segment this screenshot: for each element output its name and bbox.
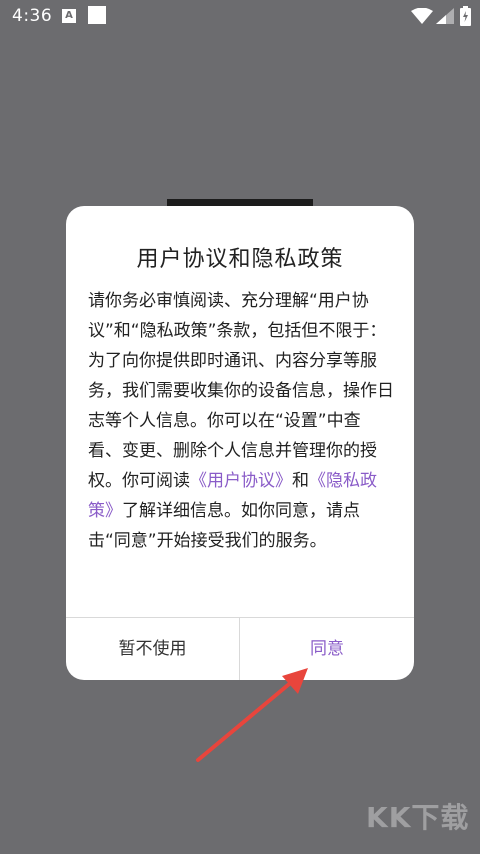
and-text: 和 [292,471,309,491]
user-agreement-link[interactable]: 《用户协议》 [190,471,292,491]
dialog-title: 用户协议和隐私政策 [136,247,344,272]
body-text-part2: 了解详细信息。如你同意，请点击“同意”开始接受我们的服务。 [88,501,360,551]
pointer-arrow-icon [196,668,308,762]
watermark-logo: KK下载 [366,801,470,834]
notification-square-icon [88,6,106,24]
body-text-part1: 请你务必审慎阅读、充分理解“用户协议”和“隐私政策”条款，包括但不限于：为了向你… [88,291,394,491]
battery-charging-icon [460,6,471,26]
signal-icon [436,8,454,24]
screen: 4:36 A 用户协议和隐私政策 请你务必审慎阅读、充分理解“用户协议”和“隐私… [0,0,480,854]
status-time: 4:36 [12,6,53,26]
dialog-body: 请你务必审慎阅读、充分理解“用户协议”和“隐私政策”条款，包括但不限于：为了向你… [88,286,394,556]
accessibility-notification-icon: A [62,9,76,23]
status-bar: 4:36 A [0,0,480,34]
wifi-icon [411,8,433,24]
privacy-dialog: 用户协议和隐私政策 请你务必审慎阅读、充分理解“用户协议”和“隐私政策”条款，包… [66,206,414,680]
